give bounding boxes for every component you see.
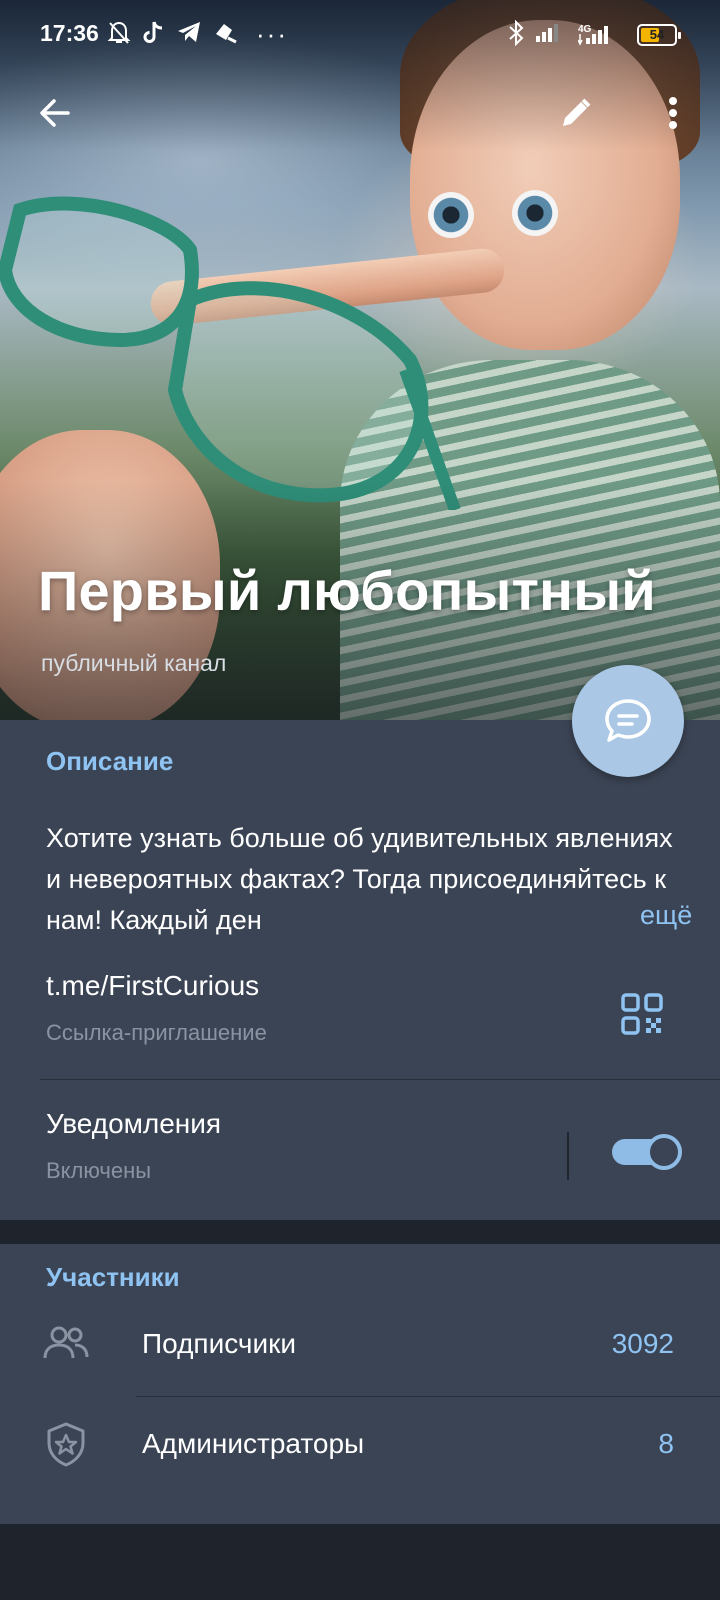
arrow-left-icon: [40, 99, 70, 127]
more-options-button[interactable]: [645, 85, 701, 141]
people-icon: [42, 1320, 90, 1368]
status-bar: 17:36 ··· 4G 54: [0, 0, 720, 70]
signal-4g-icon: [577, 20, 614, 53]
tiktok-icon: [142, 20, 164, 53]
channel-description[interactable]: Хотите узнать больше об удивительных явл…: [46, 818, 676, 941]
notifications-label[interactable]: Уведомления: [46, 1108, 221, 1140]
channel-title: Первый любопытный: [38, 559, 656, 622]
tool-icon: [212, 20, 238, 51]
qr-code-icon: [621, 993, 663, 1035]
notifications-toggle[interactable]: [610, 1132, 682, 1172]
subscribers-count: 3092: [611, 1328, 674, 1359]
discussion-button[interactable]: [572, 665, 684, 777]
signal-icon: [534, 20, 564, 51]
channel-type: публичный канал: [41, 650, 227, 676]
divider: [136, 1396, 720, 1397]
more-vertical-icon: [669, 97, 677, 129]
bluetooth-icon: [506, 19, 526, 53]
bell-muted-icon: [107, 20, 131, 53]
chat-bubble-icon: [605, 699, 651, 742]
edit-button[interactable]: [548, 85, 604, 141]
shield-star-icon: [42, 1420, 90, 1468]
administrators-count: 8: [658, 1428, 674, 1459]
status-time: 17:36: [40, 20, 99, 46]
qr-code-button[interactable]: [620, 992, 664, 1036]
battery-icon: 54: [637, 24, 681, 46]
telegram-icon: [176, 20, 202, 51]
more-notifications-icon: ···: [256, 19, 288, 49]
participants-label: Участники: [46, 1262, 180, 1292]
description-label: Описание: [46, 746, 174, 776]
show-more-link[interactable]: ещё: [610, 900, 693, 931]
subscribers-label: Подписчики: [142, 1328, 297, 1359]
section-gap: [0, 1220, 720, 1244]
participants-section: Участники Подписчики 3092 Администраторы…: [0, 1244, 720, 1524]
back-button[interactable]: [27, 85, 83, 141]
divider: [40, 1079, 720, 1080]
link-caption: Ссылка-приглашение: [46, 1020, 267, 1045]
vertical-separator: [567, 1132, 569, 1180]
administrators-label: Администраторы: [142, 1428, 365, 1459]
channel-info-section: Описание Хотите узнать больше об удивите…: [0, 720, 720, 1220]
notifications-state: Включены: [46, 1158, 152, 1183]
pencil-icon: [563, 98, 591, 126]
channel-link[interactable]: t.me/FirstCurious: [46, 970, 259, 1002]
